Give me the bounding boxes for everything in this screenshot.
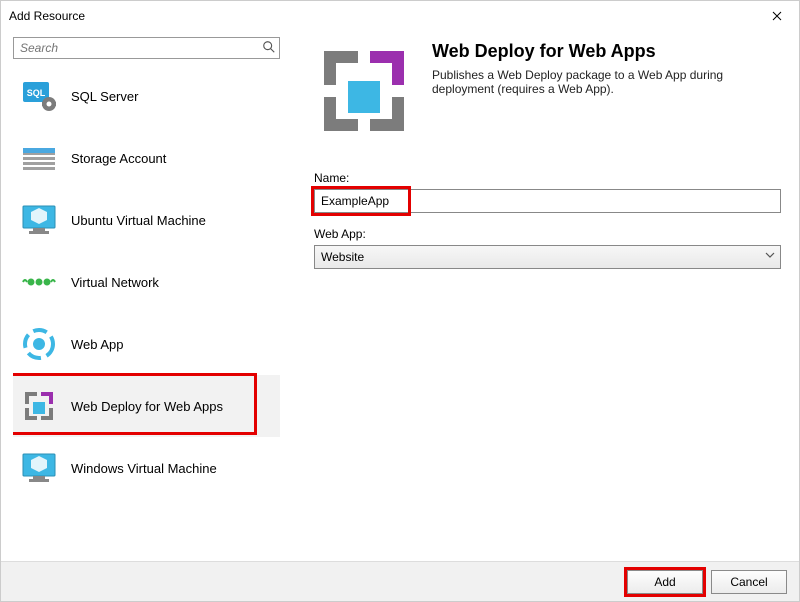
sql-server-icon: SQL [19,76,59,116]
vnet-icon [19,262,59,302]
resource-item-vnet[interactable]: Virtual Network [13,251,280,313]
close-icon [772,11,782,21]
webapp-label: Web App: [314,227,781,241]
resource-detail-panel: Web Deploy for Web Apps Publishes a Web … [284,31,799,561]
resource-list[interactable]: SQL SQL Server Storage Account Ubuntu Vi… [13,65,280,555]
search-field-wrap [13,37,280,59]
resource-label: SQL Server [71,89,138,104]
detail-header: Web Deploy for Web Apps Publishes a Web … [314,41,781,141]
resource-item-webapp[interactable]: Web App [13,313,280,375]
dialog-footer: Add Cancel [1,561,799,601]
ubuntu-vm-icon [19,200,59,240]
detail-header-text: Web Deploy for Web Apps Publishes a Web … [432,41,781,141]
webapp-select-value: Website [321,250,364,264]
webdeploy-large-icon [314,41,414,141]
resource-item-storage[interactable]: Storage Account [13,127,280,189]
name-label: Name: [314,171,781,185]
detail-title: Web Deploy for Web Apps [432,41,781,62]
dialog-content: SQL SQL Server Storage Account Ubuntu Vi… [1,31,799,561]
webapp-select[interactable]: Website [314,245,781,269]
webapp-select-wrap: Website [314,245,781,269]
resource-label: Windows Virtual Machine [71,461,217,476]
titlebar: Add Resource [1,1,799,31]
resource-item-sql-server[interactable]: SQL SQL Server [13,65,280,127]
webdeploy-icon [19,386,59,426]
resource-label: Ubuntu Virtual Machine [71,213,206,228]
add-button[interactable]: Add [627,570,703,594]
resource-item-ubuntu-vm[interactable]: Ubuntu Virtual Machine [13,189,280,251]
close-button[interactable] [754,1,799,31]
search-input[interactable] [13,37,280,59]
webapp-icon [19,324,59,364]
detail-description: Publishes a Web Deploy package to a Web … [432,68,781,96]
svg-text:SQL: SQL [27,88,46,98]
resource-item-webdeploy[interactable]: Web Deploy for Web Apps [13,375,280,437]
resource-label: Web Deploy for Web Apps [71,399,223,414]
storage-icon [19,138,59,178]
resource-list-panel: SQL SQL Server Storage Account Ubuntu Vi… [1,31,284,561]
resource-label: Storage Account [71,151,166,166]
cancel-button[interactable]: Cancel [711,570,787,594]
resource-item-windows-vm[interactable]: Windows Virtual Machine [13,437,280,499]
dialog-title: Add Resource [9,9,85,23]
search-icon [262,40,276,54]
resource-label: Virtual Network [71,275,159,290]
resource-label: Web App [71,337,124,352]
chevron-down-icon [765,252,775,258]
windows-vm-icon [19,448,59,488]
name-input[interactable] [314,189,781,213]
